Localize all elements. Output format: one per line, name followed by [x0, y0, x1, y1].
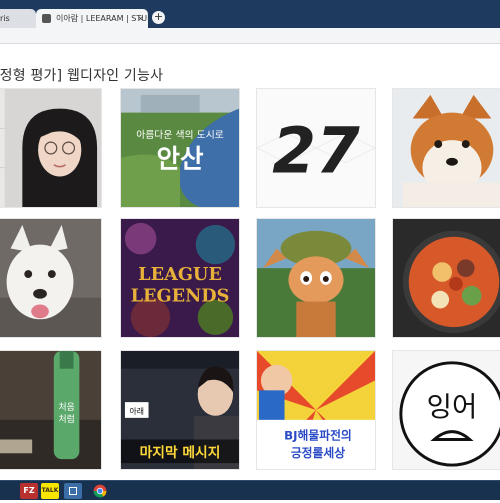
number-27-image: 27: [257, 89, 375, 207]
browser-tab-2[interactable]: 이아람 | LEEARAM | STUDY ×: [36, 9, 148, 28]
face-drawing-image: 잉어: [393, 351, 500, 469]
face-drawing-text: 잉어: [427, 391, 478, 423]
soju-label-line2: 처럼: [58, 413, 74, 425]
teemo-image: [257, 219, 375, 337]
tab-close-icon[interactable]: ×: [137, 9, 144, 28]
tile-portrait-photo[interactable]: [0, 88, 102, 208]
chrome-icon[interactable]: [91, 483, 109, 499]
ansan-title: 안산: [156, 145, 204, 175]
tile-youtube-thumbnail[interactable]: 아래 마지막 메시지: [120, 350, 240, 470]
browser-tab-1[interactable]: ris: [0, 9, 36, 28]
browser-tab-bar: ris 이아람 | LEEARAM | STUDY × +: [0, 0, 500, 28]
league-of-legends-image: LEAGUE LEGENDS: [121, 219, 239, 337]
tile-teemo-art[interactable]: [256, 218, 376, 338]
tile-number-27[interactable]: 27: [256, 88, 376, 208]
lol-league-text: LEAGUE: [138, 264, 222, 285]
app-window-icon[interactable]: [64, 483, 82, 499]
number-27-text: 27: [272, 115, 360, 188]
bj-comic-title-1: BJ해물파전의: [284, 429, 352, 443]
bj-comic-title-2: 긍정롤세상: [291, 446, 345, 460]
ansan-tagline: 아름다운 색의 도시로: [136, 129, 224, 141]
page-title: [정형 평가] 웹디자인 기능사: [0, 68, 164, 84]
kakaotalk-icon[interactable]: TALK: [41, 483, 59, 499]
youtube-thumbnail-image: 아래 마지막 메시지: [121, 351, 239, 469]
akita-dog-image: [393, 89, 500, 207]
white-dog-image: [0, 219, 101, 337]
thumbnail-title-text: 마지막 메시지: [140, 444, 221, 461]
lol-legends-text: LEGENDS: [131, 286, 230, 307]
tile-akita-dog-photo[interactable]: [392, 88, 500, 208]
tab-1-label: ris: [0, 14, 10, 23]
tile-white-dog-photo[interactable]: [0, 218, 102, 338]
portrait-photo-image: [0, 89, 101, 207]
windows-taskbar: FZ TALK: [0, 480, 500, 500]
favicon-icon: [42, 14, 51, 23]
tab-2-label: 이아람 | LEEARAM | STUDY: [56, 14, 148, 23]
new-tab-button[interactable]: +: [152, 11, 165, 24]
tile-ansan-poster[interactable]: 아름다운 색의 도시로 안산: [120, 88, 240, 208]
filezilla-icon[interactable]: FZ: [20, 483, 38, 499]
tile-bj-comic[interactable]: BJ해물파전의 긍정롤세상: [256, 350, 376, 470]
address-bar[interactable]: [0, 28, 500, 44]
stew-image: [393, 219, 500, 337]
tile-league-of-legends-art[interactable]: LEAGUE LEGENDS: [120, 218, 240, 338]
bj-comic-image: BJ해물파전의 긍정롤세상: [257, 351, 375, 469]
thumbnail-tag-text: 아래: [129, 406, 143, 416]
ansan-poster-image: 아름다운 색의 도시로 안산: [121, 89, 239, 207]
tile-soju-photo[interactable]: 처음 처럼: [0, 350, 102, 470]
tile-stew-photo[interactable]: [392, 218, 500, 338]
tile-face-drawing[interactable]: 잉어: [392, 350, 500, 470]
soju-label-line1: 처음: [58, 401, 74, 413]
soju-image: 처음 처럼: [0, 351, 101, 469]
